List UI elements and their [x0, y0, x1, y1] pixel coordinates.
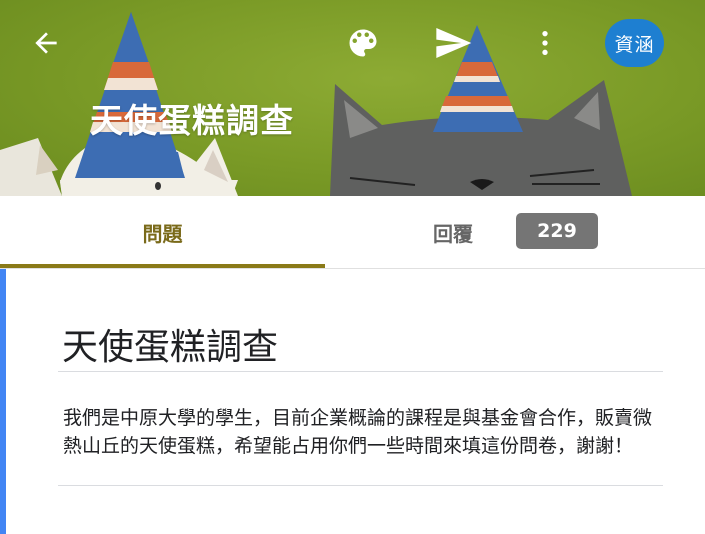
form-header-accent [0, 269, 6, 534]
arrow-back-icon [35, 32, 57, 54]
send-icon [436, 28, 472, 58]
header-banner: 天使蛋糕調查 資涵 [0, 0, 705, 196]
title-divider [58, 371, 663, 372]
tab-responses[interactable]: 回覆 229 [325, 196, 705, 268]
response-count-badge: 229 [516, 213, 598, 249]
account-avatar[interactable]: 資涵 [605, 19, 664, 67]
tab-responses-label: 回覆 [433, 221, 473, 246]
description-divider [58, 485, 663, 486]
tab-questions[interactable]: 問題 [0, 196, 325, 268]
theme-button[interactable] [341, 21, 385, 65]
tab-bar: 問題 回覆 229 [0, 196, 705, 269]
tab-questions-label: 問題 [142, 221, 183, 246]
form-description[interactable]: 我們是中原大學的學生，目前企業概論的課程是與基金會合作，販賣微熱山丘的天使蛋糕，… [63, 404, 663, 460]
banner-title: 天使蛋糕調查 [90, 101, 294, 140]
more-options-button[interactable] [523, 21, 567, 65]
form-title[interactable]: 天使蛋糕調查 [62, 318, 278, 370]
back-button[interactable] [24, 21, 68, 65]
palette-icon [349, 29, 377, 57]
tab-selected-indicator [0, 264, 325, 268]
more-vert-icon [542, 31, 548, 55]
form-editor-screen: 天使蛋糕調查 資涵 問題 回覆 229 天使蛋糕調查 我們是中原大學的學生，目前… [0, 0, 705, 534]
send-button[interactable] [431, 21, 475, 65]
